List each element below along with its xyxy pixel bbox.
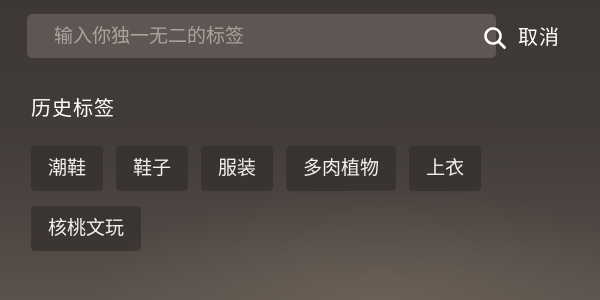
history-tag[interactable]: 鞋子 <box>116 146 189 191</box>
search-input[interactable] <box>27 14 447 58</box>
search-bar <box>27 14 506 58</box>
history-tags-title: 历史标签 <box>31 96 115 120</box>
history-tag-list: 潮鞋 鞋子 服装 多肉植物 上衣 核桃文玩 <box>31 146 571 251</box>
history-tag[interactable]: 核桃文玩 <box>31 206 142 251</box>
search-icon[interactable] <box>482 25 508 51</box>
cancel-button[interactable]: 取消 <box>518 23 560 51</box>
history-tag[interactable]: 多肉植物 <box>286 146 397 191</box>
history-tag[interactable]: 潮鞋 <box>31 146 104 191</box>
history-tag[interactable]: 服装 <box>201 146 274 191</box>
history-tag[interactable]: 上衣 <box>409 146 482 191</box>
